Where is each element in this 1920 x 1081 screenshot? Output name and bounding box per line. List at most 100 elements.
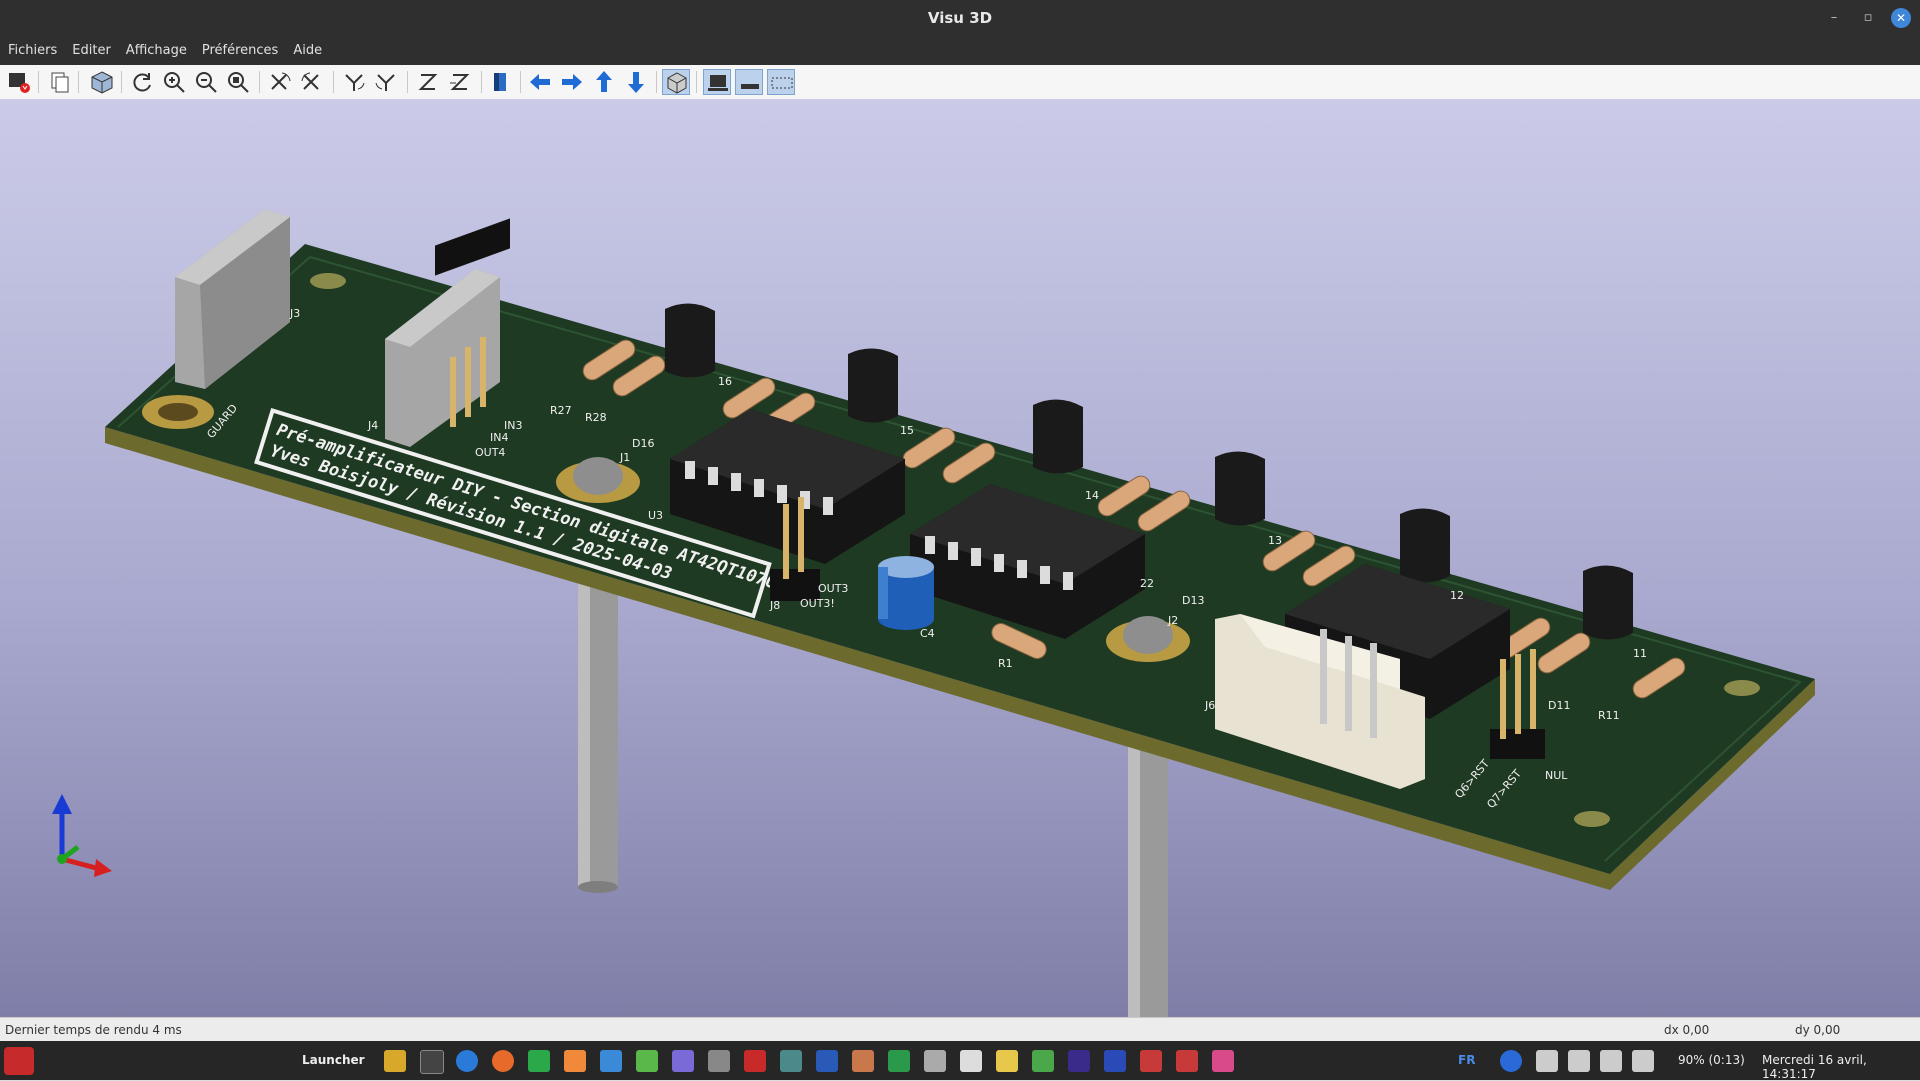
silk-label: J3 bbox=[289, 307, 300, 320]
kicad-icon[interactable] bbox=[816, 1050, 838, 1072]
app-icon-22[interactable] bbox=[1140, 1050, 1162, 1072]
silk-label: R1 bbox=[998, 657, 1013, 670]
start-menu-icon[interactable] bbox=[4, 1047, 34, 1075]
move-left-icon[interactable] bbox=[526, 69, 554, 95]
app-icon-6[interactable] bbox=[564, 1050, 586, 1072]
menu-editer[interactable]: Editer bbox=[64, 36, 118, 58]
app-icon-23[interactable] bbox=[1176, 1050, 1198, 1072]
silk-label: OUT3! bbox=[800, 597, 835, 610]
rotate-z-cw-icon[interactable] bbox=[414, 69, 442, 95]
app-icon-14[interactable] bbox=[852, 1050, 874, 1072]
silk-label: U3 bbox=[648, 509, 663, 522]
rotate-x-cw-icon[interactable] bbox=[266, 69, 294, 95]
render-realistic-icon[interactable] bbox=[703, 69, 731, 95]
silk-label: R11 bbox=[1598, 709, 1620, 722]
restore-button[interactable]: ▫ bbox=[1858, 8, 1878, 28]
app-icon-16[interactable] bbox=[924, 1050, 946, 1072]
menu-fichiers[interactable]: Fichiers bbox=[0, 36, 64, 58]
rotate-y-ccw-icon[interactable] bbox=[372, 69, 400, 95]
silk-label: 11 bbox=[1633, 647, 1647, 660]
rotate-x-ccw-icon[interactable] bbox=[298, 69, 326, 95]
render-bbox-icon[interactable] bbox=[767, 69, 795, 95]
menu-aide[interactable]: Aide bbox=[285, 36, 329, 58]
move-up-icon[interactable] bbox=[590, 69, 618, 95]
app-icon-9[interactable] bbox=[672, 1050, 694, 1072]
clock[interactable]: Mercredi 16 avril, 14:31:17 bbox=[1762, 1053, 1920, 1081]
silk-label: R28 bbox=[585, 411, 607, 424]
silk-label: NUL bbox=[1545, 769, 1568, 782]
axis-gizmo-icon bbox=[52, 794, 112, 877]
silk-label: 12 bbox=[1450, 589, 1464, 602]
silk-label: 22 bbox=[1140, 577, 1154, 590]
app-icon-12[interactable] bbox=[780, 1050, 802, 1072]
render-board-icon[interactable] bbox=[735, 69, 763, 95]
copy-icon[interactable] bbox=[46, 69, 74, 95]
window-title: Visu 3D bbox=[927, 9, 993, 27]
zoom-fit-icon[interactable] bbox=[224, 69, 252, 95]
app-icon-11[interactable] bbox=[744, 1050, 766, 1072]
silk-label: J8 bbox=[769, 599, 780, 612]
terminal-icon[interactable] bbox=[420, 1050, 444, 1074]
browser-icon[interactable] bbox=[456, 1050, 478, 1072]
dy-readout: dy 0,00 bbox=[1795, 1023, 1841, 1037]
orthographic-icon[interactable] bbox=[662, 69, 690, 95]
printer-icon[interactable] bbox=[1536, 1050, 1558, 1072]
app-icon-21[interactable] bbox=[1104, 1050, 1126, 1072]
zoom-in-icon[interactable] bbox=[160, 69, 188, 95]
silk-label: 16 bbox=[718, 375, 732, 388]
app-icon-18[interactable] bbox=[996, 1050, 1018, 1072]
rotate-y-cw-icon[interactable] bbox=[340, 69, 368, 95]
toolbar bbox=[0, 65, 1920, 100]
render-time-text: Dernier temps de rendu 4 ms bbox=[5, 1023, 182, 1037]
silk-label: J6 bbox=[1204, 699, 1215, 712]
menu-affichage[interactable]: Affichage bbox=[118, 36, 194, 58]
display-icon[interactable] bbox=[1568, 1050, 1590, 1072]
flip-board-icon[interactable] bbox=[486, 69, 514, 95]
silk-label: D13 bbox=[1182, 594, 1204, 607]
app-icon-15[interactable] bbox=[888, 1050, 910, 1072]
view-3d-icon[interactable] bbox=[88, 69, 116, 95]
silk-label: 13 bbox=[1268, 534, 1282, 547]
silk-label: D11 bbox=[1548, 699, 1570, 712]
minimize-button[interactable]: – bbox=[1824, 8, 1844, 28]
app-icon-7[interactable] bbox=[600, 1050, 622, 1072]
close-button[interactable]: ✕ bbox=[1891, 8, 1911, 28]
reload-icon[interactable] bbox=[128, 69, 156, 95]
files-icon[interactable] bbox=[384, 1050, 406, 1072]
app-icon-8[interactable] bbox=[636, 1050, 658, 1072]
firefox-icon[interactable] bbox=[492, 1050, 514, 1072]
app-icon-19[interactable] bbox=[1032, 1050, 1054, 1072]
move-right-icon[interactable] bbox=[558, 69, 586, 95]
silk-label: J2 bbox=[1167, 614, 1178, 627]
rotate-z-ccw-icon[interactable] bbox=[446, 69, 474, 95]
move-down-icon[interactable] bbox=[622, 69, 650, 95]
silk-label: 15 bbox=[900, 424, 914, 437]
silk-label: R27 bbox=[550, 404, 572, 417]
status-bar: Dernier temps de rendu 4 ms dx 0,00 dy 0… bbox=[0, 1017, 1920, 1042]
launcher-button[interactable]: Launcher bbox=[302, 1053, 365, 1067]
silk-label: D16 bbox=[632, 437, 654, 450]
bluetooth-icon[interactable] bbox=[1500, 1050, 1522, 1072]
app-icon-17[interactable] bbox=[960, 1050, 982, 1072]
zoom-out-icon[interactable] bbox=[192, 69, 220, 95]
volume-icon[interactable] bbox=[1632, 1050, 1654, 1072]
menu-bar: Fichiers Editer Affichage Préférences Aide bbox=[0, 36, 1920, 65]
app-icon-24[interactable] bbox=[1212, 1050, 1234, 1072]
battery-status[interactable]: 90% (0:13) bbox=[1678, 1053, 1745, 1067]
silk-label: J1 bbox=[619, 451, 630, 464]
app-icon-10[interactable] bbox=[708, 1050, 730, 1072]
window-titlebar: Visu 3D – ▫ ✕ bbox=[0, 0, 1920, 36]
silk-label: IN4 bbox=[490, 431, 508, 444]
silk-label: C4 bbox=[920, 627, 935, 640]
wifi-icon[interactable] bbox=[1600, 1050, 1622, 1072]
spreadsheet-icon[interactable] bbox=[528, 1050, 550, 1072]
app-icon-20[interactable] bbox=[1068, 1050, 1090, 1072]
dx-readout: dx 0,00 bbox=[1664, 1023, 1710, 1037]
taskbar: Launcher FR 90% (0:13) Mercredi 16 avril… bbox=[0, 1041, 1920, 1081]
menu-preferences[interactable]: Préférences bbox=[194, 36, 285, 58]
capacitor-c4 bbox=[878, 556, 934, 630]
3d-viewport[interactable]: Pré-amplificateur DIY - Section digitale… bbox=[0, 99, 1920, 1017]
export-icon[interactable] bbox=[5, 69, 33, 95]
keyboard-layout[interactable]: FR bbox=[1458, 1053, 1475, 1067]
silk-label: 14 bbox=[1085, 489, 1099, 502]
